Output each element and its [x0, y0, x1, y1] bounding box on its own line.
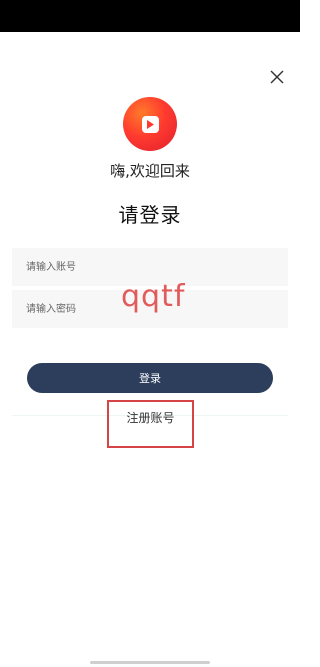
watermark: qqtf — [121, 279, 186, 314]
welcome-text: 嗨,欢迎回来 — [110, 162, 190, 180]
login-screen: 嗨,欢迎回来 请登录 qqtf 登录 注册账号 — [0, 0, 300, 667]
login-button[interactable]: 登录 — [27, 363, 273, 393]
close-button[interactable] — [266, 66, 288, 88]
close-icon — [270, 70, 284, 84]
home-indicator — [90, 661, 210, 664]
status-bar — [0, 0, 300, 32]
play-logo-icon — [123, 97, 177, 151]
register-link[interactable]: 注册账号 — [107, 409, 194, 426]
page-title: 请登录 — [118, 203, 182, 227]
